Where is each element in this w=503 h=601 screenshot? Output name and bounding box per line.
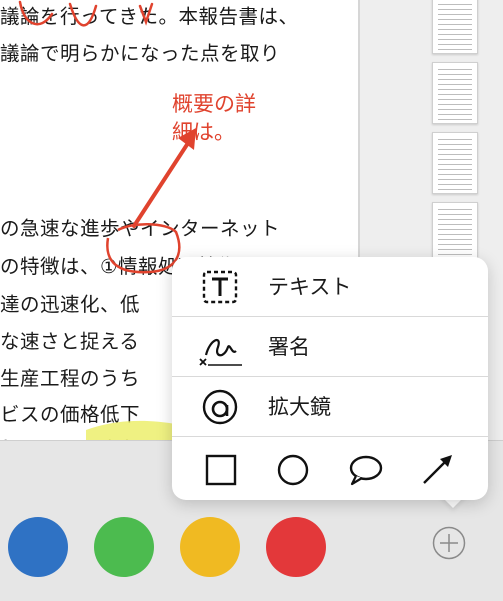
text-box-icon [202,270,238,304]
menu-item-text[interactable]: テキスト [172,257,488,316]
magnifier-loupe-icon [202,389,238,425]
menu-item-label: 拡大鏡 [268,395,331,419]
page-thumbnail[interactable] [432,132,478,194]
color-swatch-green[interactable] [94,517,154,577]
menu-item-signature[interactable]: 署名 [172,317,488,376]
menu-item-magnifier[interactable]: 拡大鏡 [172,377,488,436]
speech-bubble-icon[interactable] [346,451,384,489]
add-annotation-button[interactable] [432,526,466,560]
page-thumbnail[interactable] [432,62,478,124]
arrow-icon[interactable] [418,451,456,489]
ink-stroke [68,2,98,27]
menu-divider [172,436,488,437]
page-thumbnail[interactable] [432,202,478,264]
page-thumbnail[interactable] [432,0,478,54]
square-icon[interactable] [202,451,240,489]
color-swatch-blue[interactable] [8,517,68,577]
menu-item-label: 署名 [268,335,310,359]
markup-popover-menu: テキスト 署名 拡大鏡 [172,257,488,500]
ink-stroke [18,0,54,26]
circle-icon[interactable] [274,451,312,489]
ink-circle [106,222,181,274]
ink-stroke [138,2,154,26]
signature-icon [199,338,242,366]
menu-item-label: テキスト [268,275,352,299]
ink-arrow-shaft [132,138,192,228]
color-swatch-red[interactable] [266,517,326,577]
color-swatch-yellow[interactable] [180,517,240,577]
